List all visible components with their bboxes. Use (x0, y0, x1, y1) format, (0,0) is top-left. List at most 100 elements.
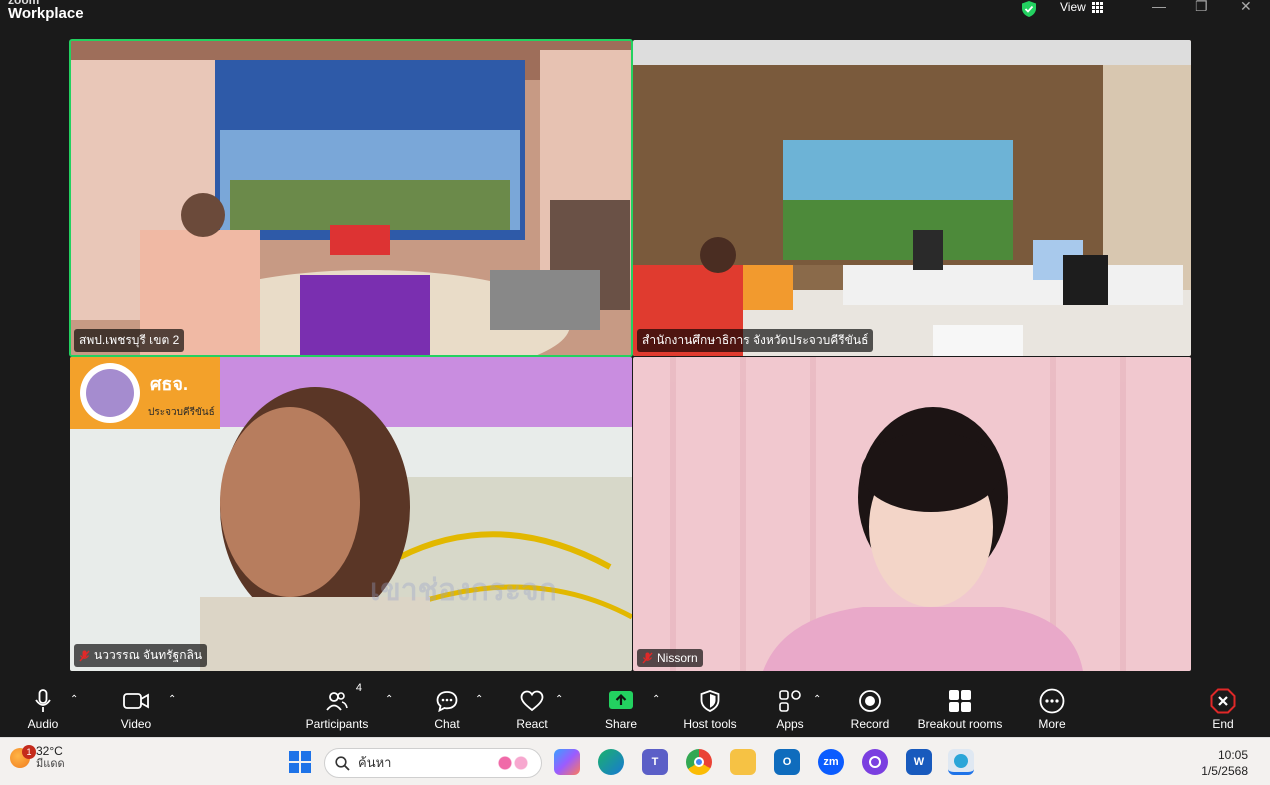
weather-temp: 32°C (36, 744, 63, 758)
participant-name: สำนักงานศึกษาธิการ จังหวัดประจวบคีรีขันธ… (642, 333, 869, 347)
share-icon (609, 691, 633, 709)
tile-name-tag: สำนักงานศึกษาธิการ จังหวัดประจวบคีรีขันธ… (637, 329, 874, 352)
tile-name-tag: นววรรณ จันทรัฐกลิน (74, 644, 208, 667)
chrome-icon[interactable] (686, 749, 712, 775)
app-brand: zoom Workplace (8, 0, 84, 21)
word-icon[interactable]: W (906, 749, 932, 775)
system-clock[interactable]: 10:05 1/5/2568 (1201, 747, 1248, 779)
outlook-icon[interactable]: O (774, 749, 800, 775)
tile-name-tag: สพป.เพชรบุรี เขต 2 (74, 329, 185, 352)
start-button[interactable] (287, 749, 313, 775)
share-label: Share (604, 717, 638, 731)
more-label: More (1038, 717, 1066, 731)
more-button[interactable]: More (1034, 680, 1070, 737)
video-tile-4[interactable]: Nissorn (633, 357, 1191, 671)
restore-button[interactable]: ❐ (1195, 0, 1208, 14)
close-window-button[interactable]: ✕ (1240, 0, 1252, 14)
overlay-badge-sub: ประจวบคีรีขันธ์ (148, 407, 215, 418)
record-label: Record (850, 717, 890, 731)
flower-decoration-icon (493, 753, 533, 773)
title-bar: zoom Workplace View — ❐ ✕ (0, 0, 1270, 30)
video-label: Video (120, 717, 152, 731)
app-brand-small: zoom (8, 0, 84, 4)
video-frame-4 (633, 357, 1191, 671)
react-button[interactable]: React (513, 680, 551, 737)
breakout-icon (949, 690, 971, 712)
heart-icon (520, 690, 544, 712)
windows-logo-icon (289, 751, 311, 773)
participant-count: 4 (355, 682, 362, 694)
host-tools-label: Host tools (683, 717, 737, 731)
video-tile-3[interactable]: ศธจ. ประจวบคีรีขันธ์ เขาช่องกระจก นววรรณ… (70, 357, 632, 671)
mic-muted-icon (79, 650, 90, 662)
react-label: React (516, 717, 548, 731)
view-button[interactable]: View (1060, 0, 1103, 14)
audio-button[interactable]: Audio (22, 680, 64, 737)
os-taskbar: 1 32°C มีแดด T O zm W 10:05 1/5/2568 (0, 737, 1270, 785)
maps-app-icon[interactable] (948, 749, 974, 775)
share-options-chevron-icon[interactable]: ⌃ (652, 694, 660, 705)
weather-desc: มีแดด (36, 758, 65, 770)
participant-name: Nissorn (657, 651, 698, 665)
end-icon (1210, 688, 1236, 714)
video-options-chevron-icon[interactable]: ⌃ (168, 694, 176, 705)
apps-label: Apps (776, 717, 804, 731)
microphone-icon (35, 689, 51, 712)
video-tile-2[interactable]: สำนักงานศึกษาธิการ จังหวัดประจวบคีรีขันธ… (633, 40, 1191, 356)
app-circle-icon[interactable] (862, 749, 888, 775)
meeting-controls: Audio ⌃ Video ⌃ 4 Participants ⌃ Chat ⌃ … (0, 680, 1270, 737)
share-button[interactable]: Share (603, 680, 639, 737)
breakout-rooms-button[interactable]: Breakout rooms (916, 680, 1004, 737)
taskbar-search[interactable] (324, 748, 542, 778)
weather-notification-badge: 1 (22, 744, 36, 759)
chat-button[interactable]: Chat (430, 680, 464, 737)
chat-options-chevron-icon[interactable]: ⌃ (475, 694, 483, 705)
participants-label: Participants (305, 717, 369, 731)
tile-name-tag: Nissorn (637, 649, 703, 667)
chat-icon (436, 691, 458, 712)
react-options-chevron-icon[interactable]: ⌃ (555, 694, 563, 705)
audio-options-chevron-icon[interactable]: ⌃ (70, 694, 78, 705)
video-frame-1 (70, 40, 632, 356)
host-tools-button[interactable]: Host tools (680, 680, 740, 737)
apps-button[interactable]: Apps (774, 680, 806, 737)
apps-options-chevron-icon[interactable]: ⌃ (813, 694, 821, 705)
camera-icon (123, 693, 149, 709)
chat-label: Chat (434, 717, 460, 731)
apps-icon (779, 690, 801, 712)
record-icon (859, 690, 881, 712)
end-button[interactable]: End (1205, 680, 1241, 737)
minimize-button[interactable]: — (1152, 0, 1166, 14)
zoom-app-icon[interactable]: zm (818, 749, 844, 775)
audio-label: Audio (27, 717, 59, 731)
participants-button[interactable]: 4 Participants (302, 680, 372, 737)
participants-options-chevron-icon[interactable]: ⌃ (385, 694, 393, 705)
encryption-shield-icon[interactable] (1020, 0, 1042, 18)
clock-date: 1/5/2568 (1201, 764, 1248, 778)
file-explorer-icon[interactable] (730, 749, 756, 775)
participant-name: สพป.เพชรบุรี เขต 2 (79, 333, 180, 347)
grid-icon (1091, 1, 1103, 13)
overlay-bg-text: เขาช่องกระจก (370, 573, 557, 608)
participants-icon (326, 692, 348, 711)
record-button[interactable]: Record (850, 680, 890, 737)
video-tile-1[interactable]: สพป.เพชรบุรี เขต 2 (69, 39, 633, 357)
clock-time: 10:05 (1217, 748, 1248, 762)
participant-name: นววรรณ จันทรัฐกลิน (94, 648, 203, 662)
breakout-rooms-label: Breakout rooms (917, 717, 1003, 731)
teams-icon[interactable]: T (642, 749, 668, 775)
copilot-icon[interactable] (554, 749, 580, 775)
search-icon (335, 755, 350, 771)
shield-icon (700, 690, 720, 712)
view-label: View (1060, 0, 1086, 14)
more-icon (1039, 688, 1065, 714)
mic-muted-icon (642, 652, 653, 664)
video-button[interactable]: Video (116, 680, 156, 737)
app-name: Workplace (8, 5, 84, 22)
overlay-badge-text: ศธจ. (150, 374, 188, 394)
end-label: End (1212, 717, 1234, 731)
search-input[interactable] (358, 755, 488, 771)
edge-icon[interactable] (598, 749, 624, 775)
sun-icon: 1 (10, 744, 36, 768)
weather-widget[interactable]: 1 32°C มีแดด (10, 744, 65, 771)
